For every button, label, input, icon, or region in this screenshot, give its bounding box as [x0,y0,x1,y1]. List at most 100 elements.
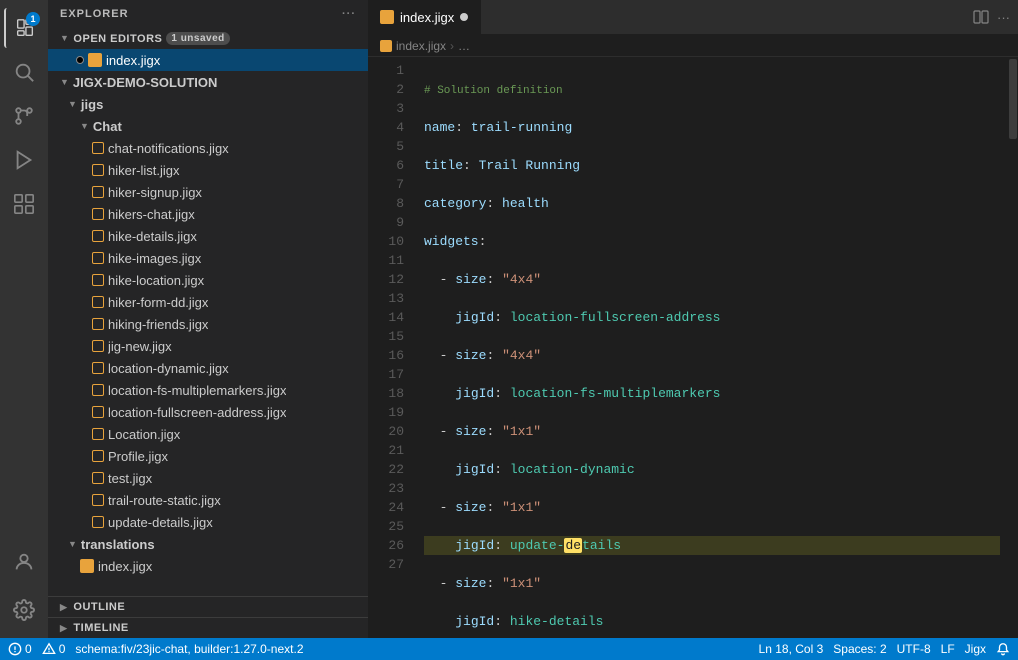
file-location-fs-multiplemarkers[interactable]: location-fs-multiplemarkers.jigx [48,379,368,401]
folder-chat[interactable]: Chat [48,115,368,137]
position-label: Ln 18, Col 3 [759,642,824,656]
file-test[interactable]: test.jigx [48,467,368,489]
status-bell[interactable] [996,642,1010,656]
file-trail-route-static[interactable]: trail-route-static.jigx [48,489,368,511]
tab-actions: ··· [965,0,1018,34]
code-content[interactable]: # Solution definition name: trail-runnin… [416,57,1008,638]
file-icon-small [92,406,104,418]
warning-icon [42,642,56,656]
bell-icon [996,642,1010,656]
chat-folder-label: Chat [93,119,122,134]
activity-explorer-icon[interactable]: 1 [4,8,44,48]
file-icon-small [92,428,104,440]
file-hike-location[interactable]: hike-location.jigx [48,269,368,291]
error-count: 0 [25,642,32,656]
activity-badge: 1 [26,12,40,26]
outline-chevron [60,602,67,613]
chat-chevron [80,121,89,132]
solution-root[interactable]: JIGX-DEMO-SOLUTION [48,71,368,93]
editor-area: index.jigx ··· index.jigx › [368,0,1018,638]
file-icon-small [92,318,104,330]
file-hiker-list[interactable]: hiker-list.jigx [48,159,368,181]
file-unsaved-dot [76,56,84,64]
tab-index-jigx[interactable]: index.jigx [368,0,481,34]
sidebar-title: EXPLORER [60,8,129,20]
line-numbers: 12345 678910 1112131415 1617181920 21222… [368,57,416,638]
tab-file-icon [380,10,394,24]
folder-jigs[interactable]: jigs [48,93,368,115]
status-schema[interactable]: schema:fiv/23jic-chat, builder:1.27.0-ne… [75,642,303,656]
status-position[interactable]: Ln 18, Col 3 [759,642,824,656]
file-hiker-form-dd[interactable]: hiker-form-dd.jigx [48,291,368,313]
status-language[interactable]: Jigx [965,642,986,656]
open-editor-file-index-jigx[interactable]: index.jigx [48,49,368,71]
filename: hiking-friends.jigx [108,317,208,332]
status-left: 0 0 schema:fiv/23jic-chat, builder:1.27.… [8,642,304,656]
scrollbar[interactable] [1008,57,1018,638]
timeline-chevron [60,623,67,634]
split-editor-icon[interactable] [973,9,989,26]
file-location-fullscreen-address[interactable]: location-fullscreen-address.jigx [48,401,368,423]
file-hike-images[interactable]: hike-images.jigx [48,247,368,269]
file-translations-index[interactable]: index.jigx [48,555,368,577]
solution-chevron [60,77,69,88]
file-chat-notifications[interactable]: chat-notifications.jigx [48,137,368,159]
file-icon-small [92,274,104,286]
spaces-label: Spaces: 2 [833,642,886,656]
breadcrumb-item: … [458,39,470,53]
filename: hiker-signup.jigx [108,185,202,200]
activity-run-icon[interactable] [4,140,44,180]
file-icon-small [92,164,104,176]
folder-translations[interactable]: translations [48,533,368,555]
open-editors-chevron [60,33,69,44]
activity-extensions-icon[interactable] [4,184,44,224]
status-spaces[interactable]: Spaces: 2 [833,642,886,656]
file-icon-small [92,494,104,506]
file-icon-jigx [88,53,102,67]
open-editors-label: OPEN EDITORS [73,33,162,45]
outline-section: OUTLINE [48,596,368,617]
activity-account-icon[interactable] [4,542,44,582]
more-actions-icon[interactable]: ··· [997,10,1010,25]
file-icon-small [92,384,104,396]
file-location-dynamic[interactable]: location-dynamic.jigx [48,357,368,379]
file-hiking-friends[interactable]: hiking-friends.jigx [48,313,368,335]
filename: test.jigx [108,471,152,486]
file-profile[interactable]: Profile.jigx [48,445,368,467]
activity-settings-icon[interactable] [4,590,44,630]
language-label: Jigx [965,642,986,656]
warning-count: 0 [59,642,66,656]
file-update-details[interactable]: update-details.jigx [48,511,368,533]
breadcrumb-sep: › [450,39,454,53]
file-hike-details[interactable]: hike-details.jigx [48,225,368,247]
file-jig-new[interactable]: jig-new.jigx [48,335,368,357]
activity-scm-icon[interactable] [4,96,44,136]
filename: trail-route-static.jigx [108,493,221,508]
status-encoding[interactable]: UTF-8 [897,642,931,656]
status-warnings[interactable]: 0 [42,642,66,656]
file-location[interactable]: Location.jigx [48,423,368,445]
timeline-title[interactable]: TIMELINE [48,618,368,638]
status-eol[interactable]: LF [941,642,955,656]
file-icon-small [92,340,104,352]
filename: location-dynamic.jigx [108,361,229,376]
filename: hiker-form-dd.jigx [108,295,208,310]
filename: location-fs-multiplemarkers.jigx [108,383,286,398]
open-editors-title[interactable]: OPEN EDITORS 1 unsaved [48,28,368,49]
status-right: Ln 18, Col 3 Spaces: 2 UTF-8 LF Jigx [759,642,1010,656]
file-icon-small [92,362,104,374]
filename: hike-details.jigx [108,229,197,244]
outline-title[interactable]: OUTLINE [48,597,368,617]
sidebar-header-actions[interactable]: ··· [342,8,356,20]
error-icon [8,642,22,656]
tab-label: index.jigx [400,10,454,25]
scroll-thumb [1009,59,1017,139]
status-errors[interactable]: 0 [8,642,32,656]
file-hiker-signup[interactable]: hiker-signup.jigx [48,181,368,203]
sidebar-more-icon[interactable]: ··· [342,8,356,20]
file-hikers-chat[interactable]: hikers-chat.jigx [48,203,368,225]
breadcrumb: index.jigx › … [368,35,1018,57]
timeline-section: TIMELINE [48,617,368,638]
activity-search-icon[interactable] [4,52,44,92]
tabs-bar: index.jigx ··· [368,0,1018,35]
